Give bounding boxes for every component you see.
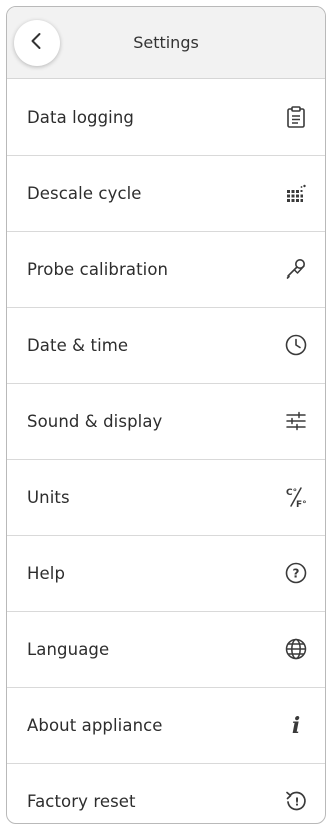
menu-item-label: Probe calibration xyxy=(27,259,169,279)
menu-item-label: Sound & display xyxy=(27,411,163,431)
menu-item-label: Units xyxy=(27,487,70,507)
menu-item-data-logging[interactable]: Data logging xyxy=(7,79,325,155)
menu-item-label: Factory reset xyxy=(27,791,136,811)
menu-item-help[interactable]: Help ? xyxy=(7,535,325,611)
menu-item-language[interactable]: Language xyxy=(7,611,325,687)
help-icon: ? xyxy=(283,560,309,586)
sliders-icon xyxy=(283,408,309,434)
menu-item-label: About appliance xyxy=(27,715,163,735)
info-icon: i xyxy=(283,712,309,738)
info-glyph: i xyxy=(292,713,300,738)
reset-glyph: ! xyxy=(294,796,299,809)
menu-item-units[interactable]: Units C° F° xyxy=(7,459,325,535)
globe-icon xyxy=(283,636,309,662)
help-glyph: ? xyxy=(293,567,300,581)
settings-menu: Data logging Descale cycle Probe calibra… xyxy=(7,79,325,823)
reset-icon: ! xyxy=(283,788,309,814)
menu-item-label: Language xyxy=(27,639,110,659)
menu-item-date-time[interactable]: Date & time xyxy=(7,307,325,383)
menu-item-sound-display[interactable]: Sound & display xyxy=(7,383,325,459)
clipboard-icon xyxy=(283,104,309,130)
menu-item-descale-cycle[interactable]: Descale cycle xyxy=(7,155,325,231)
chevron-left-icon xyxy=(27,31,47,55)
back-button[interactable] xyxy=(14,20,60,66)
menu-item-label: Data logging xyxy=(27,107,134,127)
temperature-units-icon: C° F° xyxy=(283,484,309,510)
descale-dots-icon xyxy=(283,180,309,206)
fahrenheit-text: F° xyxy=(296,500,307,510)
menu-item-label: Help xyxy=(27,563,66,583)
menu-item-factory-reset[interactable]: Factory reset ! xyxy=(7,763,325,823)
menu-item-about-appliance[interactable]: About appliance i xyxy=(7,687,325,763)
header-bar: Settings xyxy=(7,7,325,79)
menu-item-label: Date & time xyxy=(27,335,129,355)
clock-icon xyxy=(283,332,309,358)
settings-panel: Settings Data logging Descale cycle Prob… xyxy=(6,6,326,824)
probe-icon xyxy=(283,256,309,282)
menu-item-label: Descale cycle xyxy=(27,183,142,203)
menu-item-probe-calibration[interactable]: Probe calibration xyxy=(7,231,325,307)
